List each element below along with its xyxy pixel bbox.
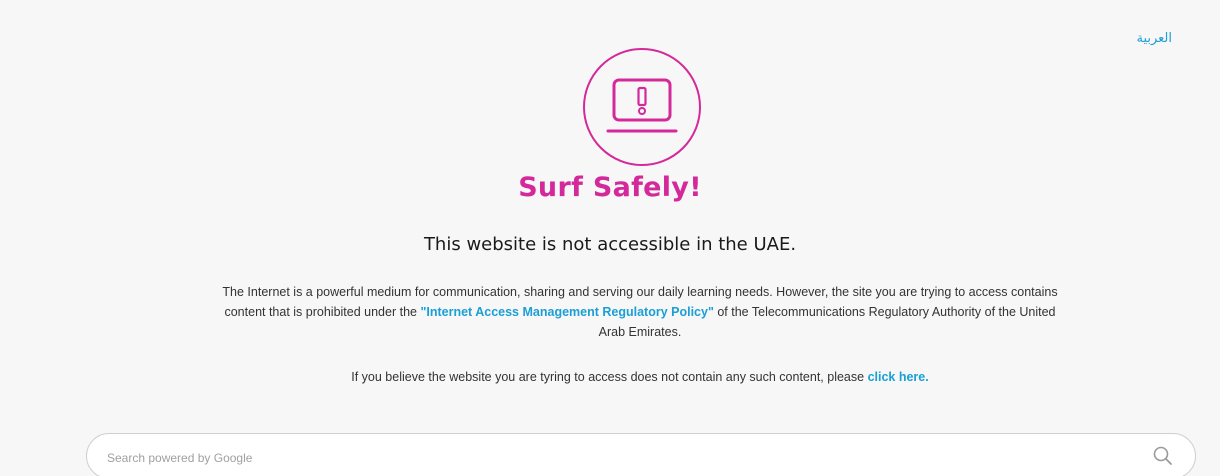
blocked-page: العربية Surf Safely! This website is not… [0,0,1220,476]
search-box [86,433,1196,476]
language-switch-link[interactable]: العربية [1136,30,1172,46]
page-subtitle: This website is not accessible in the UA… [423,234,797,255]
policy-link[interactable]: "Internet Access Management Regulatory P… [420,305,713,319]
appeal-link[interactable]: click here. [868,370,929,384]
laptop-warning-icon [581,46,703,168]
appeal-text: If you believe the website you are tyrin… [351,370,868,384]
search-icon[interactable] [1151,444,1175,468]
appeal-message: If you believe the website you are tyrin… [0,370,1220,384]
block-explanation: The Internet is a powerful medium for co… [210,282,1070,342]
page-title: Surf Safely! [518,172,702,203]
search-input[interactable] [105,442,1129,474]
